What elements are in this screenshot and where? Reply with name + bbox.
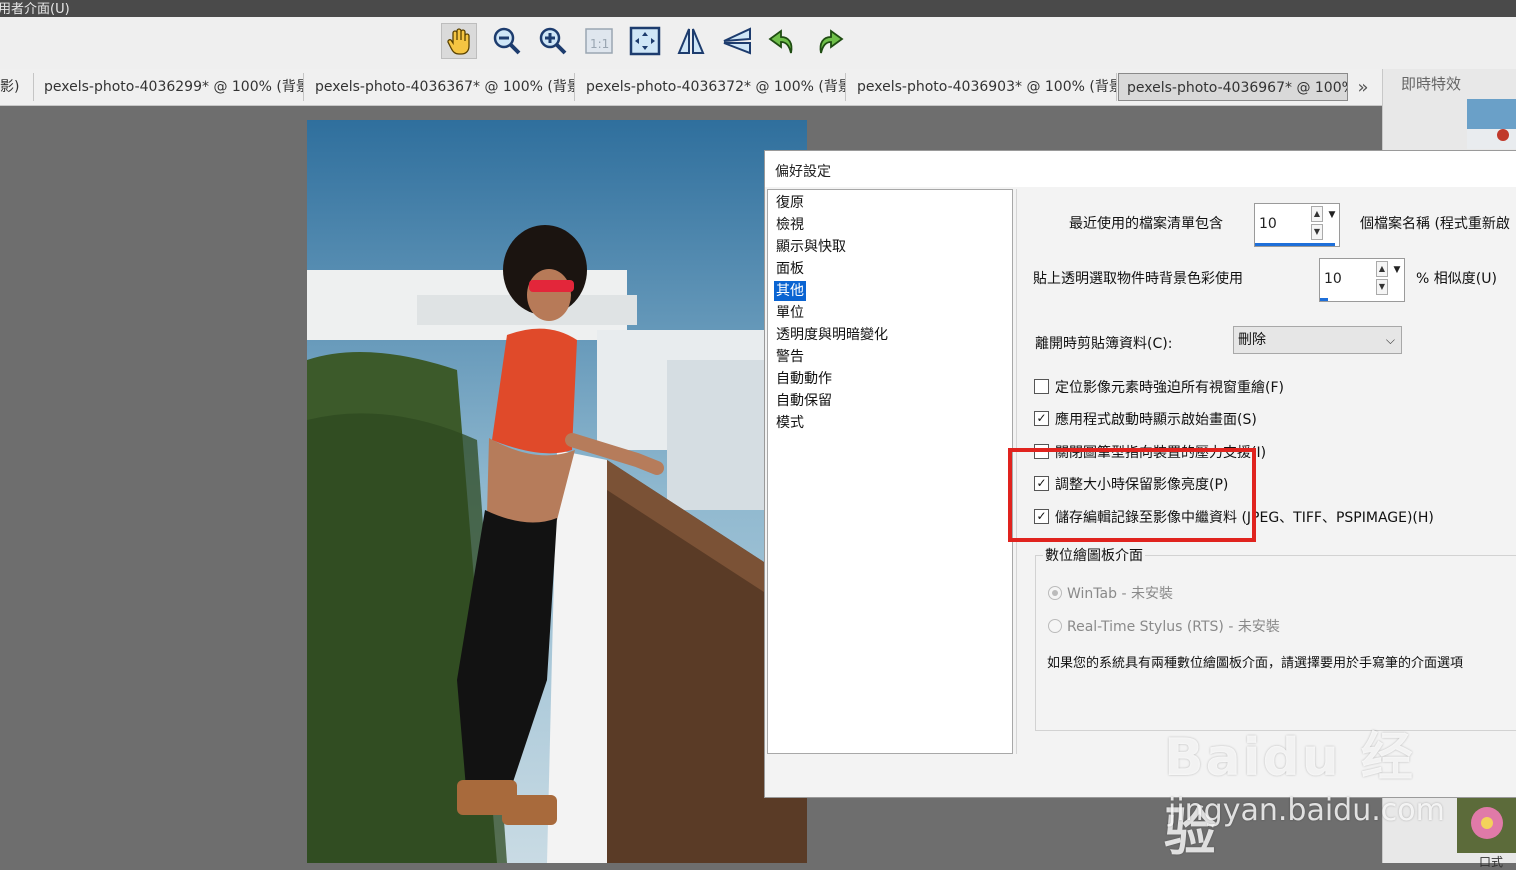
spin-down-icon[interactable]: ▼ [1376,279,1388,295]
effect-thumbnail[interactable] [1467,99,1516,149]
zoom-out-button[interactable] [489,23,525,59]
panel-title: 即時特效 [1401,75,1462,93]
hand-icon [447,28,470,55]
panel-item-label: 口式 [1479,855,1504,869]
category-item-auto-action[interactable]: 自動動作 [774,369,834,389]
flip-horizontal-button[interactable] [673,23,709,59]
spinner-underline [1255,243,1335,246]
group-title: 數位繪圖板介面 [1043,545,1145,565]
radio-wintab[interactable] [1048,586,1062,600]
spin-down-icon[interactable]: ▼ [1311,224,1323,240]
recent-files-label: 最近使用的檔案清單包含 [1069,216,1223,232]
dialog-title: 偏好設定 [775,164,831,180]
zoom-in-icon [539,27,567,55]
rotate-right-button[interactable] [811,23,847,59]
effect-thumbnail[interactable] [1457,797,1516,853]
category-item-transparency[interactable]: 透明度與明暗變化 [774,325,890,345]
menu-item-user-interface[interactable]: 用者介面(U) [0,0,70,17]
menu-bar: 用者介面(U) [0,0,1516,17]
spinner-underline [1320,298,1328,301]
clipboard-select[interactable]: 刪除 ⌵ [1233,326,1402,354]
clipboard-select-value: 刪除 [1238,332,1266,348]
recent-files-suffix: 個檔案名稱 (程式重新啟 [1360,216,1510,232]
flower-thumbnail-image [1457,797,1516,853]
flip-vertical-icon [723,27,751,55]
spin-up-icon[interactable]: ▲ [1376,261,1388,277]
document-tab[interactable]: pexels-photo-4036903* @ 100% (背景) [849,73,1117,101]
category-item-warnings[interactable]: 警告 [774,347,806,367]
rotate-left-icon [768,29,793,54]
spinner-arrows[interactable]: ▲ ▼ [1376,261,1390,297]
watermark-url: jingyan.baidu.com [1168,793,1445,828]
actual-size-icon: 1:1 [585,28,613,54]
checkbox-label[interactable]: 定位影像元素時強迫所有視窗重繪(F) [1055,377,1284,397]
radio-label[interactable]: Real-Time Stylus (RTS) - 未安裝 [1067,616,1280,636]
highlight-box [1008,448,1256,542]
clipboard-label: 離開時剪貼簿資料(C): [1035,336,1173,352]
paste-background-label: 貼上透明選取物件時背景色彩使用 [1033,271,1243,287]
radio-label[interactable]: WinTab - 未安裝 [1067,583,1173,603]
document-tab[interactable]: pexels-photo-4036372* @ 100% (背景) [578,73,846,101]
recent-files-value: 10 [1259,216,1277,232]
paste-background-spinner[interactable]: 10 ▲ ▼ ▼ [1319,258,1405,302]
checkbox-label[interactable]: 應用程式啟動時顯示啟始畫面(S) [1055,409,1257,429]
chevron-down-icon: ⌵ [1385,333,1395,347]
checkbox-show-splash[interactable]: ✓ [1034,411,1049,426]
thumbnail-image [1467,99,1516,149]
category-item-palettes[interactable]: 面板 [774,259,806,279]
spinner-arrows[interactable]: ▲ ▼ [1311,206,1325,242]
flip-vertical-button[interactable] [719,23,755,59]
dropdown-arrow-icon[interactable]: ▼ [1327,206,1337,242]
document-tab-active[interactable]: pexels-photo-4036967* @ 100%... [1118,73,1348,101]
category-list: 復原 檢視 顯示與快取 面板 其他 單位 透明度與明暗變化 警告 自動動作 自動… [767,189,1013,754]
spin-up-icon[interactable]: ▲ [1311,206,1323,222]
fit-to-window-icon [629,26,661,56]
document-tab[interactable]: 影) [0,73,34,101]
watermark: Baidu 经验 jingyan.baidu.com [1160,695,1460,863]
category-item-units[interactable]: 單位 [774,303,806,323]
checkbox-force-redraw[interactable] [1034,379,1049,394]
tablet-note: 如果您的系統具有兩種數位繪圖板介面，請選擇要用於手寫筆的介面選項 [1047,656,1464,671]
radio-rts[interactable] [1048,619,1062,633]
dialog-titlebar[interactable]: 偏好設定 [765,151,1516,187]
rotate-right-icon [819,29,844,54]
document-tab-bar: 影) pexels-photo-4036299* @ 100% (背景) pex… [0,69,1382,106]
canvas-image[interactable] [307,120,807,863]
category-item-view[interactable]: 檢視 [774,215,806,235]
tab-scroll-right-icon[interactable]: » [1350,72,1376,102]
toolbar: 1:1 [0,17,1516,70]
actual-size-button[interactable]: 1:1 [581,23,617,59]
category-item-mode[interactable]: 模式 [774,413,806,433]
flip-horizontal-icon [677,28,705,54]
zoom-in-button[interactable] [535,23,571,59]
recent-files-spinner[interactable]: 10 ▲ ▼ ▼ [1254,203,1340,247]
fit-to-window-button[interactable] [627,23,663,59]
category-item-auto-preserve[interactable]: 自動保留 [774,391,834,411]
zoom-out-icon [493,27,521,55]
category-item-undo[interactable]: 復原 [774,193,806,213]
svg-text:1:1: 1:1 [590,37,609,51]
document-tab[interactable]: pexels-photo-4036367* @ 100% (背景) [307,73,575,101]
category-item-miscellaneous[interactable]: 其他 [774,281,806,301]
photo-illustration [307,120,807,863]
paste-background-suffix: % 相似度(U) [1416,271,1497,287]
dropdown-arrow-icon[interactable]: ▼ [1392,261,1402,297]
document-tab[interactable]: pexels-photo-4036299* @ 100% (背景) [36,73,304,101]
hand-tool-button[interactable] [441,23,477,59]
rotate-left-button[interactable] [765,23,801,59]
paste-background-value: 10 [1324,271,1342,287]
category-item-display-cache[interactable]: 顯示與快取 [774,237,848,257]
watermark-logo: Baidu 经验 [1164,728,1415,863]
